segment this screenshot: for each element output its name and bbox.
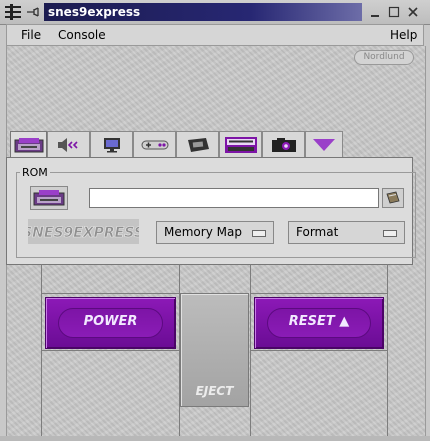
tab-peripheral[interactable] (176, 131, 219, 158)
close-icon[interactable] (406, 5, 420, 19)
menu-console[interactable]: Console (58, 28, 106, 42)
eject-label: EJECT (195, 384, 234, 398)
menu-help[interactable]: Help (390, 28, 417, 42)
snes9express-logo: SNES9EXPRESS (28, 219, 139, 244)
browse-button[interactable] (382, 188, 404, 208)
console-divider (250, 350, 388, 351)
speaker-icon (57, 138, 78, 152)
folder-icon (386, 191, 400, 204)
maximize-icon[interactable] (387, 5, 401, 19)
power-button[interactable]: POWER (45, 297, 176, 349)
tab-video[interactable] (90, 131, 133, 158)
menu-file[interactable]: File (21, 28, 41, 42)
pin-icon[interactable] (26, 6, 40, 18)
rom-group (16, 172, 416, 258)
eject-arrow-icon: ▲ (339, 314, 350, 329)
format-label: Format (296, 225, 339, 239)
tab-snapshot[interactable] (262, 131, 305, 158)
chip-icon (187, 138, 209, 152)
rom-path-input[interactable] (89, 188, 379, 208)
reset-button[interactable]: RESET ▲ (254, 297, 384, 349)
power-label: POWER (83, 314, 138, 329)
eject-button[interactable]: EJECT (180, 293, 249, 407)
tab-more[interactable] (305, 131, 343, 158)
down-triangle-icon (313, 139, 335, 151)
menu-bar: File Console Help (6, 24, 424, 46)
window-menu-icon[interactable] (4, 4, 22, 20)
console-divider (41, 350, 180, 351)
console-divider (250, 293, 388, 294)
cartridge-icon (33, 190, 65, 206)
cartridge-icon (14, 138, 43, 153)
dropdown-indicator-icon (383, 230, 397, 237)
tab-sound[interactable] (47, 131, 90, 158)
minimize-icon[interactable] (368, 5, 382, 19)
memory-map-dropdown[interactable]: Memory Map (156, 221, 274, 244)
brand-badge: Nordlund (354, 50, 414, 65)
console-divider (41, 293, 180, 294)
netplay-icon (224, 137, 257, 153)
format-dropdown[interactable]: Format (288, 221, 405, 244)
svg-text:SNES9EXPRESS: SNES9EXPRESS (28, 225, 139, 241)
tab-rom[interactable] (10, 131, 47, 160)
tab-netplay[interactable] (219, 131, 262, 158)
gamepad-icon (141, 140, 168, 150)
rom-select-button[interactable] (30, 186, 68, 210)
window-title: snes9express (44, 3, 362, 21)
monitor-icon (103, 138, 120, 153)
tab-controller[interactable] (133, 131, 176, 158)
window-bottom-edge (0, 436, 430, 441)
camera-icon (271, 138, 296, 152)
rom-legend: ROM (20, 166, 50, 179)
reset-label: RESET ▲ (288, 314, 350, 329)
memory-map-label: Memory Map (164, 225, 242, 239)
dropdown-indicator-icon (252, 230, 266, 237)
title-bar: snes9express (0, 0, 430, 25)
